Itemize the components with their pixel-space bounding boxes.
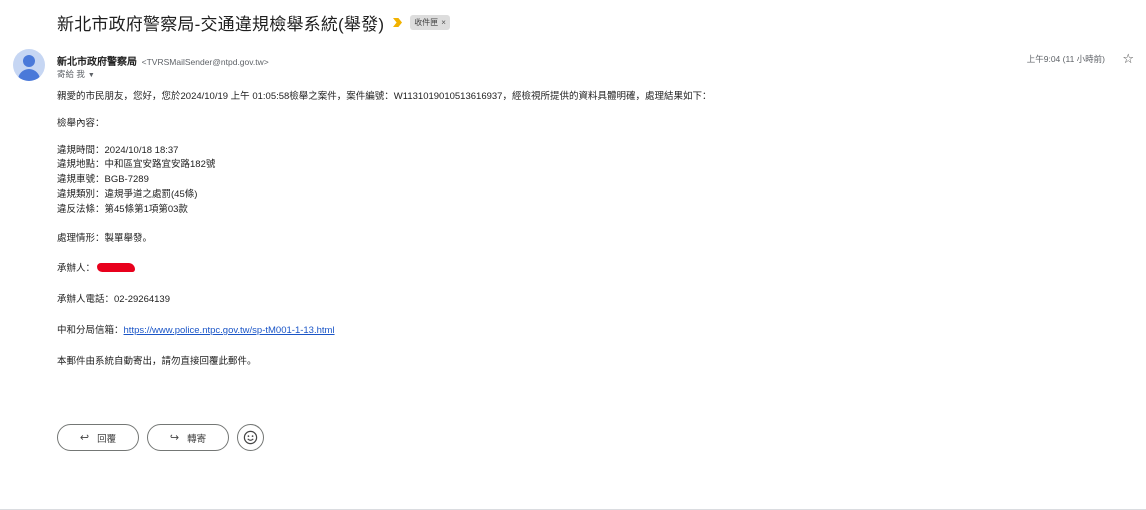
body-footer: 本郵件由系統自動寄出，請勿直接回覆此郵件。 xyxy=(57,355,257,367)
body-violation-law: 違反法條：第45條第1項第03款 xyxy=(57,203,188,215)
body-handler-phone: 承辦人電話：02-29264139 xyxy=(57,294,170,306)
email-subject: 新北市政府警察局-交通違規檢舉系統(舉發) xyxy=(57,15,385,34)
body-violation-plate: 違規車號：BGB-7289 xyxy=(57,174,149,186)
sender-line: 新北市政府警察局 <TVRSMailSender@ntpd.gov.tw> xyxy=(57,53,269,68)
remove-label-icon[interactable]: × xyxy=(441,18,446,27)
forward-icon: ↪ xyxy=(169,432,180,444)
body-violation-type: 違規類別：違規爭道之處罰(45條) xyxy=(57,188,198,200)
avatar-head xyxy=(23,55,35,67)
body-handler: 承辦人： xyxy=(57,262,1117,277)
sender-email: <TVRSMailSender@ntpd.gov.tw> xyxy=(141,57,269,67)
reply-label: 回覆 xyxy=(97,433,117,445)
reply-button[interactable]: ↩ 回覆 xyxy=(57,424,139,451)
label-chip-text: 收件匣 xyxy=(414,18,439,27)
reply-icon: ↩ xyxy=(79,432,90,444)
important-marker-icon[interactable] xyxy=(393,18,403,27)
emoji-reaction-button[interactable] xyxy=(237,424,264,451)
mailbox-link[interactable]: https://www.police.ntpc.gov.tw/sp-tM001-… xyxy=(124,325,335,336)
label-chip-inbox: 收件匣 × xyxy=(410,15,450,30)
avatar-body xyxy=(18,69,40,81)
handler-label: 承辦人： xyxy=(57,263,96,275)
forward-button[interactable]: ↪ 轉寄 xyxy=(147,424,229,451)
recipient-label: 寄給 我 xyxy=(57,69,85,79)
email-body: 親愛的市民朋友，您好，您於2024/10/19 上午 01:05:58檢舉之案件… xyxy=(57,90,1117,370)
body-mailbox: 中和分局信箱：https://www.police.ntpc.gov.tw/sp… xyxy=(57,324,1117,339)
redaction-mark xyxy=(97,263,136,273)
sender-avatar[interactable] xyxy=(13,49,45,81)
body-content-heading: 檢舉內容： xyxy=(57,117,105,129)
mailbox-label: 中和分局信箱： xyxy=(57,324,124,336)
emoji-icon xyxy=(243,430,258,445)
action-bar: ↩ 回覆 ↪ 轉寄 xyxy=(57,424,264,451)
body-violation-place: 違規地點：中和區宜安路宜安路182號 xyxy=(57,159,216,171)
body-greeting: 親愛的市民朋友，您好，您於2024/10/19 上午 01:05:58檢舉之案件… xyxy=(57,91,712,102)
email-timestamp: 上午9:04 (11 小時前) xyxy=(1026,54,1105,64)
body-violation-time: 違規時間：2024/10/18 18:37 xyxy=(57,144,179,156)
star-icon[interactable]: ☆ xyxy=(1122,51,1134,67)
forward-label: 轉寄 xyxy=(187,433,207,445)
subject-row: 新北市政府警察局-交通違規檢舉系統(舉發) 收件匣 × xyxy=(57,10,450,35)
recipient-details-toggle[interactable]: 寄給 我 ▼ xyxy=(57,68,95,80)
sender-name: 新北市政府警察局 xyxy=(57,57,137,68)
chevron-down-icon[interactable]: ▼ xyxy=(88,72,95,79)
body-handling: 處理情形：製單舉發。 xyxy=(57,232,153,244)
